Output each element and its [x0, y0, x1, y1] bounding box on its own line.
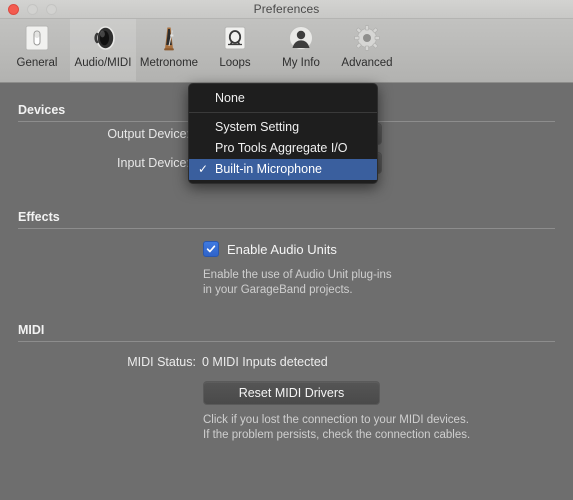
menu-item-none-label: None	[215, 91, 245, 105]
title-bar: Preferences	[0, 0, 573, 19]
effects-help-line-2: in your GarageBand projects.	[203, 284, 353, 296]
input-device-dropdown-menu[interactable]: None System Setting Pro Tools Aggregate …	[188, 83, 378, 184]
tab-advanced-label: Advanced	[341, 57, 393, 69]
effects-help-text: Enable the use of Audio Unit plug-ins in…	[203, 268, 392, 298]
enable-audio-units-row[interactable]: Enable Audio Units	[203, 241, 337, 257]
menu-separator	[189, 112, 377, 113]
midi-help-line-1: Click if you lost the connection to your…	[203, 414, 469, 426]
effects-section-header: Effects	[0, 208, 573, 229]
output-device-row: Output Device:	[0, 127, 190, 141]
effects-section: Effects	[0, 208, 573, 229]
enable-audio-units-label: Enable Audio Units	[227, 241, 337, 257]
effects-section-title: Effects	[18, 210, 60, 224]
menu-item-pro-tools-aggregate-io[interactable]: Pro Tools Aggregate I/O	[189, 138, 377, 159]
tab-audio-midi[interactable]: Audio/MIDI	[70, 19, 136, 81]
tab-general-label: General	[16, 57, 58, 69]
output-device-label: Output Device:	[107, 127, 190, 141]
audio-midi-pane: Devices Output Device: Input Device: Non…	[0, 83, 573, 500]
devices-section-title: Devices	[18, 103, 66, 117]
menu-item-built-in-microphone-label: Built-in Microphone	[215, 162, 322, 176]
menu-item-none[interactable]: None	[189, 88, 377, 109]
effects-section-rule	[18, 228, 555, 229]
menu-item-system-setting[interactable]: System Setting	[189, 117, 377, 138]
preferences-toolbar: General Audio/MIDI Metronome Loops My In…	[0, 19, 573, 83]
menu-item-built-in-microphone[interactable]: ✓ Built-in Microphone	[189, 159, 377, 180]
tab-my-info[interactable]: My Info	[268, 19, 334, 81]
tab-my-info-label: My Info	[282, 57, 320, 69]
audio-midi-icon	[87, 22, 119, 54]
midi-section-header: MIDI	[0, 321, 573, 342]
general-icon	[21, 22, 53, 54]
tab-metronome[interactable]: Metronome	[136, 19, 202, 81]
tab-metronome-label: Metronome	[139, 57, 199, 69]
midi-section-rule	[18, 341, 555, 342]
advanced-icon	[351, 22, 383, 54]
metronome-icon	[153, 22, 185, 54]
midi-status-value: 0 MIDI Inputs detected	[202, 355, 328, 369]
reset-midi-drivers-button[interactable]: Reset MIDI Drivers	[203, 381, 380, 405]
checkmark-icon: ✓	[198, 162, 209, 176]
preferences-window: Preferences General Audio/MIDI Metronome…	[0, 0, 573, 500]
loops-icon	[219, 22, 251, 54]
effects-help-line-1: Enable the use of Audio Unit plug-ins	[203, 269, 392, 281]
menu-item-system-setting-label: System Setting	[215, 120, 300, 134]
enable-audio-units-checkbox[interactable]	[203, 241, 219, 257]
tab-audio-midi-label: Audio/MIDI	[74, 57, 132, 69]
midi-help-line-2: If the problem persists, check the conne…	[203, 429, 471, 441]
midi-section-title: MIDI	[18, 323, 45, 337]
menu-item-pro-tools-aggregate-io-label: Pro Tools Aggregate I/O	[215, 141, 348, 155]
checkmark-icon	[206, 245, 216, 253]
midi-help-text: Click if you lost the connection to your…	[203, 413, 470, 443]
tab-loops[interactable]: Loops	[202, 19, 268, 81]
tab-advanced[interactable]: Advanced	[334, 19, 400, 81]
input-device-row: Input Device:	[0, 156, 190, 170]
midi-section: MIDI	[0, 321, 573, 342]
input-device-label: Input Device:	[117, 156, 190, 170]
tab-general[interactable]: General	[4, 19, 70, 81]
window-title: Preferences	[253, 2, 320, 16]
midi-status-label: MIDI Status:	[127, 355, 196, 369]
my-info-icon	[285, 22, 317, 54]
tab-loops-label: Loops	[219, 57, 251, 69]
